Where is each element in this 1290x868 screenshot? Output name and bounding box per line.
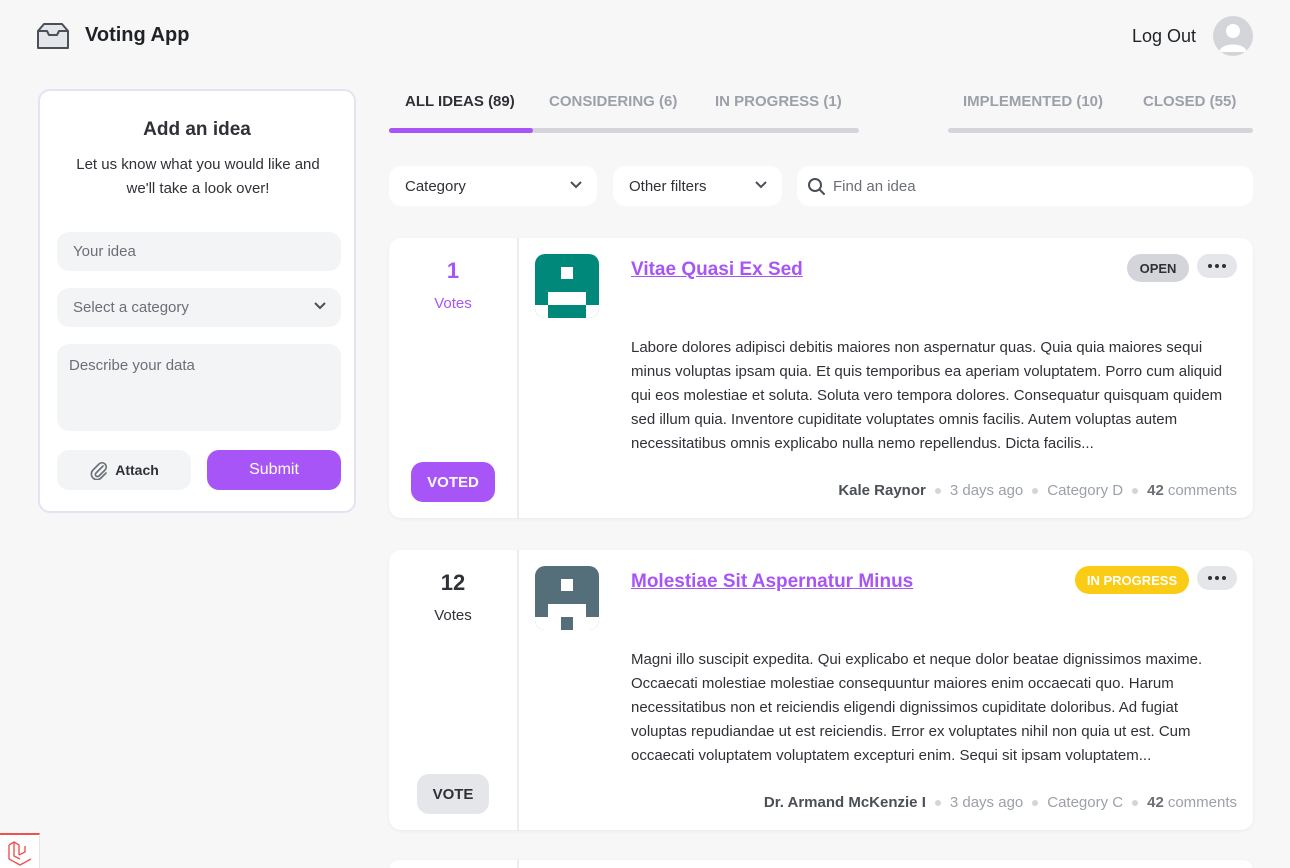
dot: [1222, 576, 1226, 580]
dot: [1215, 576, 1219, 580]
idea-author-avatar[interactable]: [535, 254, 599, 318]
chevron-down-icon: [314, 302, 326, 310]
separator-dot: [934, 487, 941, 494]
idea-description: Magni illo suscipit expedita. Qui explic…: [631, 651, 1203, 764]
voted-button[interactable]: VOTED: [411, 462, 495, 502]
idea-meta: Dr. Armand McKenzie I 3 days ago Categor…: [764, 794, 1237, 811]
dot: [1215, 264, 1219, 268]
tab-in-progress[interactable]: IN PROGRESS (1): [715, 93, 842, 110]
tab-closed[interactable]: CLOSED (55): [1143, 93, 1236, 110]
idea-card[interactable]: 12 Votes VOTE Molestiae Sit Aspernatur M…: [389, 550, 1253, 830]
dot: [1208, 264, 1212, 268]
tabs-track-right: [948, 128, 1253, 133]
active-tab-indicator: [389, 128, 533, 133]
card-divider: [517, 238, 519, 518]
chevron-down-icon: [755, 181, 767, 189]
search-input[interactable]: [833, 166, 1243, 206]
paperclip-icon: [90, 461, 108, 480]
card-divider: [517, 860, 519, 868]
inbox-icon[interactable]: [36, 22, 70, 50]
idea-card[interactable]: [389, 860, 1253, 868]
idea-title-link[interactable]: Vitae Quasi Ex Sed: [631, 259, 803, 281]
votes-label: Votes: [434, 295, 472, 312]
category-select-label: Select a category: [73, 299, 189, 316]
logout-link[interactable]: Log Out: [1132, 26, 1196, 47]
idea-title-link[interactable]: Molestiae Sit Aspernatur Minus: [631, 571, 913, 593]
idea-author: Kale Raynor: [838, 482, 926, 499]
description-textarea[interactable]: Describe your data: [57, 344, 341, 431]
vote-count: 1: [446, 258, 460, 283]
separator-dot: [1032, 799, 1039, 806]
user-avatar-icon[interactable]: [1213, 16, 1253, 56]
card-divider: [517, 550, 519, 830]
idea-author-avatar[interactable]: [535, 566, 599, 630]
category-select[interactable]: Select a category: [57, 288, 341, 327]
idea-category: Category D: [1047, 482, 1124, 499]
idea-meta: Kale Raynor 3 days ago Category D 42 com…: [838, 482, 1237, 499]
idea-time: 3 days ago: [949, 482, 1024, 499]
debugbar-toggle[interactable]: [0, 833, 40, 868]
laravel-logo-icon: [8, 841, 32, 866]
search-box: [797, 166, 1253, 206]
comments-count: 42: [1147, 794, 1164, 811]
more-options-button[interactable]: [1197, 566, 1237, 590]
attach-button[interactable]: Attach: [57, 450, 191, 490]
comments-label: comments: [1167, 482, 1237, 499]
dot: [1222, 264, 1226, 268]
add-idea-title: Add an idea: [143, 119, 251, 140]
app-header: Voting App Log Out: [0, 0, 1290, 72]
attach-button-label: Attach: [115, 462, 159, 478]
separator-dot: [1132, 799, 1139, 806]
tab-implemented[interactable]: IMPLEMENTED (10): [963, 93, 1103, 110]
tab-considering[interactable]: CONSIDERING (6): [549, 93, 677, 110]
submit-button[interactable]: Submit: [207, 450, 341, 490]
app-title[interactable]: Voting App: [85, 24, 189, 47]
tab-all-ideas[interactable]: ALL IDEAS (89): [405, 93, 515, 110]
comments-label: comments: [1167, 794, 1237, 811]
vote-count: 12: [440, 570, 466, 595]
idea-time: 3 days ago: [949, 794, 1024, 811]
more-options-button[interactable]: [1197, 254, 1237, 278]
category-filter[interactable]: Category: [389, 166, 597, 206]
idea-category: Category C: [1047, 794, 1124, 811]
category-filter-label: Category: [405, 178, 466, 195]
idea-description: Labore dolores adipisci debitis maiores …: [631, 339, 1223, 452]
vote-button[interactable]: VOTE: [417, 774, 489, 814]
other-filters-label: Other filters: [629, 178, 707, 195]
idea-card[interactable]: 1 Votes VOTED Vitae Quasi Ex Sed OPEN La…: [389, 238, 1253, 518]
separator-dot: [1132, 487, 1139, 494]
comments-count: 42: [1147, 482, 1164, 499]
other-filters[interactable]: Other filters: [613, 166, 782, 206]
idea-title-input[interactable]: Your idea: [57, 232, 341, 271]
separator-dot: [934, 799, 941, 806]
search-icon: [808, 178, 825, 195]
idea-author: Dr. Armand McKenzie I: [763, 794, 926, 811]
add-idea-subtitle: Let us know what you would like and we'l…: [76, 156, 320, 197]
votes-label: Votes: [434, 607, 472, 624]
status-badge: OPEN: [1127, 254, 1189, 282]
separator-dot: [1032, 487, 1039, 494]
status-badge: IN PROGRESS: [1075, 566, 1189, 594]
dot: [1208, 576, 1212, 580]
chevron-down-icon: [570, 181, 582, 189]
add-idea-card: Add an idea Let us know what you would l…: [38, 89, 356, 513]
